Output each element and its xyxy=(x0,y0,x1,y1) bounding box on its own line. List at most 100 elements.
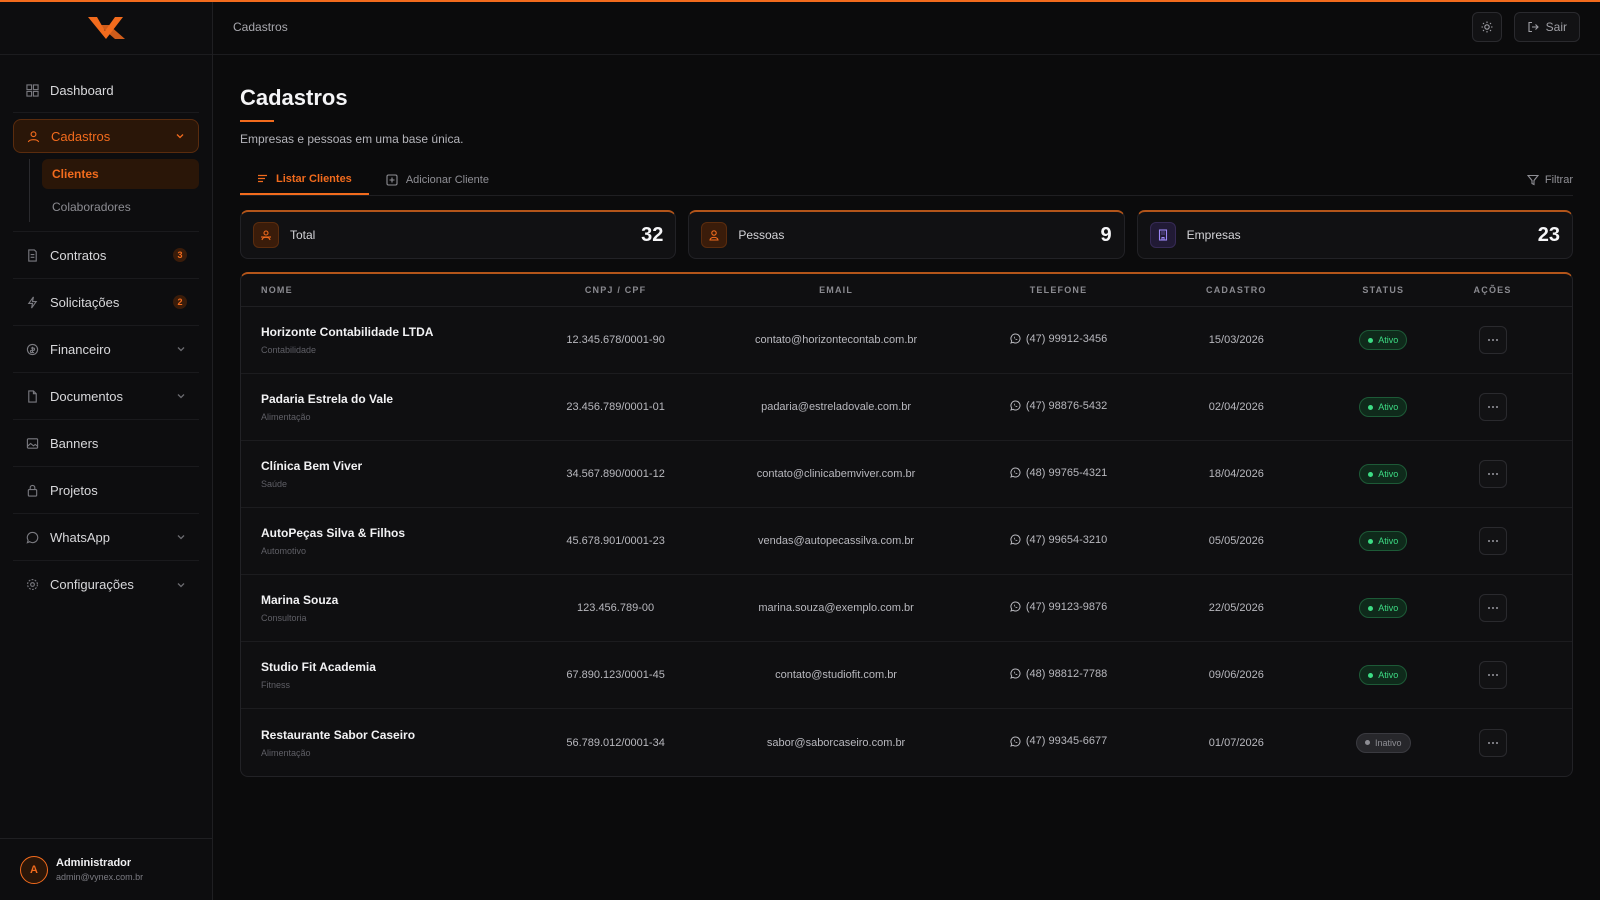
phone-number[interactable]: (48) 98812-7788 xyxy=(1026,668,1107,680)
column-header-telefone[interactable]: TELEFONE xyxy=(998,285,1119,295)
cell-cadastro: 15/03/2026 xyxy=(1208,334,1264,346)
client-name[interactable]: Marina Souza xyxy=(261,593,557,607)
stat-label: Total xyxy=(290,228,316,242)
client-category: Contabilidade xyxy=(261,345,317,355)
status-dot xyxy=(1368,605,1374,611)
more-horizontal-icon xyxy=(1487,473,1498,475)
whatsapp-icon xyxy=(1010,333,1021,345)
image-icon xyxy=(25,436,39,450)
sidebar-item-documentos[interactable]: Documentos xyxy=(13,373,199,420)
sidebar-item-label: Solicitações xyxy=(50,294,120,310)
status-badge: Inativo xyxy=(1356,732,1411,753)
sun-icon xyxy=(1481,21,1493,33)
table-row[interactable]: Restaurante Sabor Caseiro Alimentação 56.7… xyxy=(241,709,1572,776)
row-actions-button[interactable] xyxy=(1478,460,1507,488)
cell-email: contato@clinicabemviver.com.br xyxy=(756,468,916,480)
logo[interactable] xyxy=(0,0,212,55)
filter-button[interactable]: Filtrar xyxy=(1526,164,1573,195)
table-row[interactable]: Marina Souza Consultoria 123.456.789-00 mar… xyxy=(241,575,1572,642)
phone-number[interactable]: (47) 99912-3456 xyxy=(1026,333,1107,345)
bolt-icon xyxy=(25,295,39,309)
sidebar-item-configuracoes[interactable]: Configurações xyxy=(13,561,199,608)
sidebar-item-banners[interactable]: Banners xyxy=(13,420,199,467)
sidebar: Dashboard Cadastros Clientes Colaborador… xyxy=(0,0,213,900)
theme-toggle-button[interactable] xyxy=(1471,12,1502,42)
client-name[interactable]: Padaria Estrela do Vale xyxy=(261,392,557,406)
phone-number[interactable]: (48) 99765-4321 xyxy=(1026,467,1107,479)
phone-number[interactable]: (47) 99654-3210 xyxy=(1026,534,1107,546)
client-name[interactable]: Clínica Bem Viver xyxy=(261,459,557,473)
status-label: Ativo xyxy=(1378,469,1399,479)
sidebar-item-whatsapp[interactable]: WhatsApp xyxy=(13,514,199,561)
table-row[interactable]: Padaria Estrela do Vale Alimentação 23.456… xyxy=(241,374,1572,441)
row-actions-button[interactable] xyxy=(1478,527,1507,555)
brand-logo-icon xyxy=(88,17,125,39)
page-subtitle: Empresas e pessoas em uma base única. xyxy=(240,132,464,146)
column-header-email[interactable]: EMAIL xyxy=(674,285,998,295)
cell-cadastro: 18/04/2026 xyxy=(1208,468,1264,480)
sidebar-item-dashboard[interactable]: Dashboard xyxy=(13,69,199,113)
column-header-nome[interactable]: NOME xyxy=(241,285,557,295)
cell-email: sabor@saborcaseiro.com.br xyxy=(766,736,906,749)
stat-value: 23 xyxy=(1537,223,1560,246)
document-icon xyxy=(25,389,39,403)
logout-button[interactable]: Sair xyxy=(1513,12,1580,42)
phone-number[interactable]: (47) 99345-6677 xyxy=(1026,735,1107,747)
cell-status: Ativo xyxy=(1354,531,1414,551)
sidebar-item-label: Projetos xyxy=(50,482,98,498)
cell-nome: Studio Fit Academia Fitness xyxy=(241,660,557,690)
phone-number[interactable]: (47) 98876-5432 xyxy=(1026,400,1107,412)
table-row[interactable]: AutoPeças Silva & Filhos Automotivo 45.678… xyxy=(241,508,1572,575)
stat-card-pessoas: Pessoas 9 xyxy=(688,210,1125,259)
user-profile[interactable]: A Administrador admin@vynex.com.br xyxy=(0,838,213,900)
tab-listar-clientes[interactable]: Listar Clientes xyxy=(240,164,369,195)
row-actions-button[interactable] xyxy=(1478,728,1507,757)
more-horizontal-icon xyxy=(1487,674,1498,676)
column-header-cadastro[interactable]: CADASTRO xyxy=(1119,285,1353,295)
building-icon xyxy=(1149,222,1176,248)
person-icon xyxy=(701,222,728,248)
table-row[interactable]: Clínica Bem Viver Saúde 34.567.890/0001-12… xyxy=(241,441,1572,508)
cell-cadastro: 09/06/2026 xyxy=(1208,669,1264,681)
table-row[interactable]: Horizonte Contabilidade LTDA Contabilidad… xyxy=(241,307,1572,374)
row-actions-button[interactable] xyxy=(1478,594,1507,622)
column-header-status[interactable]: STATUS xyxy=(1354,285,1414,295)
stat-card-empresas: Empresas 23 xyxy=(1136,210,1573,259)
row-actions-button[interactable] xyxy=(1478,393,1507,421)
breadcrumb[interactable]: Cadastros xyxy=(233,20,1472,34)
client-name[interactable]: Horizonte Contabilidade LTDA xyxy=(261,325,557,339)
sidebar-item-label: Financeiro xyxy=(50,341,111,357)
sidebar-item-cadastros[interactable]: Cadastros xyxy=(13,119,199,153)
sidebar-subitem-clientes[interactable]: Clientes xyxy=(42,159,199,189)
sidebar-item-financeiro[interactable]: Financeiro xyxy=(13,326,199,373)
sidebar-item-solicitacoes[interactable]: Solicitações 2 xyxy=(13,279,199,326)
tab-label: Adicionar Cliente xyxy=(405,173,489,186)
column-header-cnpj-cpf[interactable]: CNPJ / CPF xyxy=(557,285,674,295)
status-label: Ativo xyxy=(1378,335,1399,345)
sidebar-subitem-colaboradores[interactable]: Colaboradores xyxy=(42,192,199,222)
cell-telefone: (47) 98876-5432 xyxy=(998,400,1119,415)
cell-cadastro: 01/07/2026 xyxy=(1208,736,1264,749)
cell-acoes xyxy=(1413,661,1572,689)
stat-value: 9 xyxy=(1100,223,1112,246)
list-icon xyxy=(258,174,267,183)
cadastros-submenu: Clientes Colaboradores xyxy=(13,153,199,232)
phone-number[interactable]: (47) 99123-9876 xyxy=(1026,601,1107,613)
tab-adicionar-cliente[interactable]: Adicionar Cliente xyxy=(369,164,506,195)
table-row[interactable]: Studio Fit Academia Fitness 67.890.123/000… xyxy=(241,642,1572,709)
cell-email: marina.souza@exemplo.com.br xyxy=(758,602,914,614)
user-icon xyxy=(26,129,40,143)
client-name[interactable]: AutoPeças Silva & Filhos xyxy=(261,526,557,540)
status-dot xyxy=(1368,672,1374,678)
cell-nome: Clínica Bem Viver Saúde xyxy=(241,459,557,489)
client-name[interactable]: Restaurante Sabor Caseiro xyxy=(261,728,557,742)
client-name[interactable]: Studio Fit Academia xyxy=(261,660,557,674)
sidebar-item-projetos[interactable]: Projetos xyxy=(13,467,199,514)
row-actions-button[interactable] xyxy=(1478,661,1507,689)
count-badge: 2 xyxy=(173,295,187,309)
row-actions-button[interactable] xyxy=(1478,326,1507,354)
whatsapp-icon xyxy=(1010,534,1021,546)
column-header-acoes: AÇÕES xyxy=(1473,285,1512,295)
whatsapp-icon xyxy=(1010,736,1021,747)
sidebar-item-contratos[interactable]: Contratos 3 xyxy=(13,232,199,279)
